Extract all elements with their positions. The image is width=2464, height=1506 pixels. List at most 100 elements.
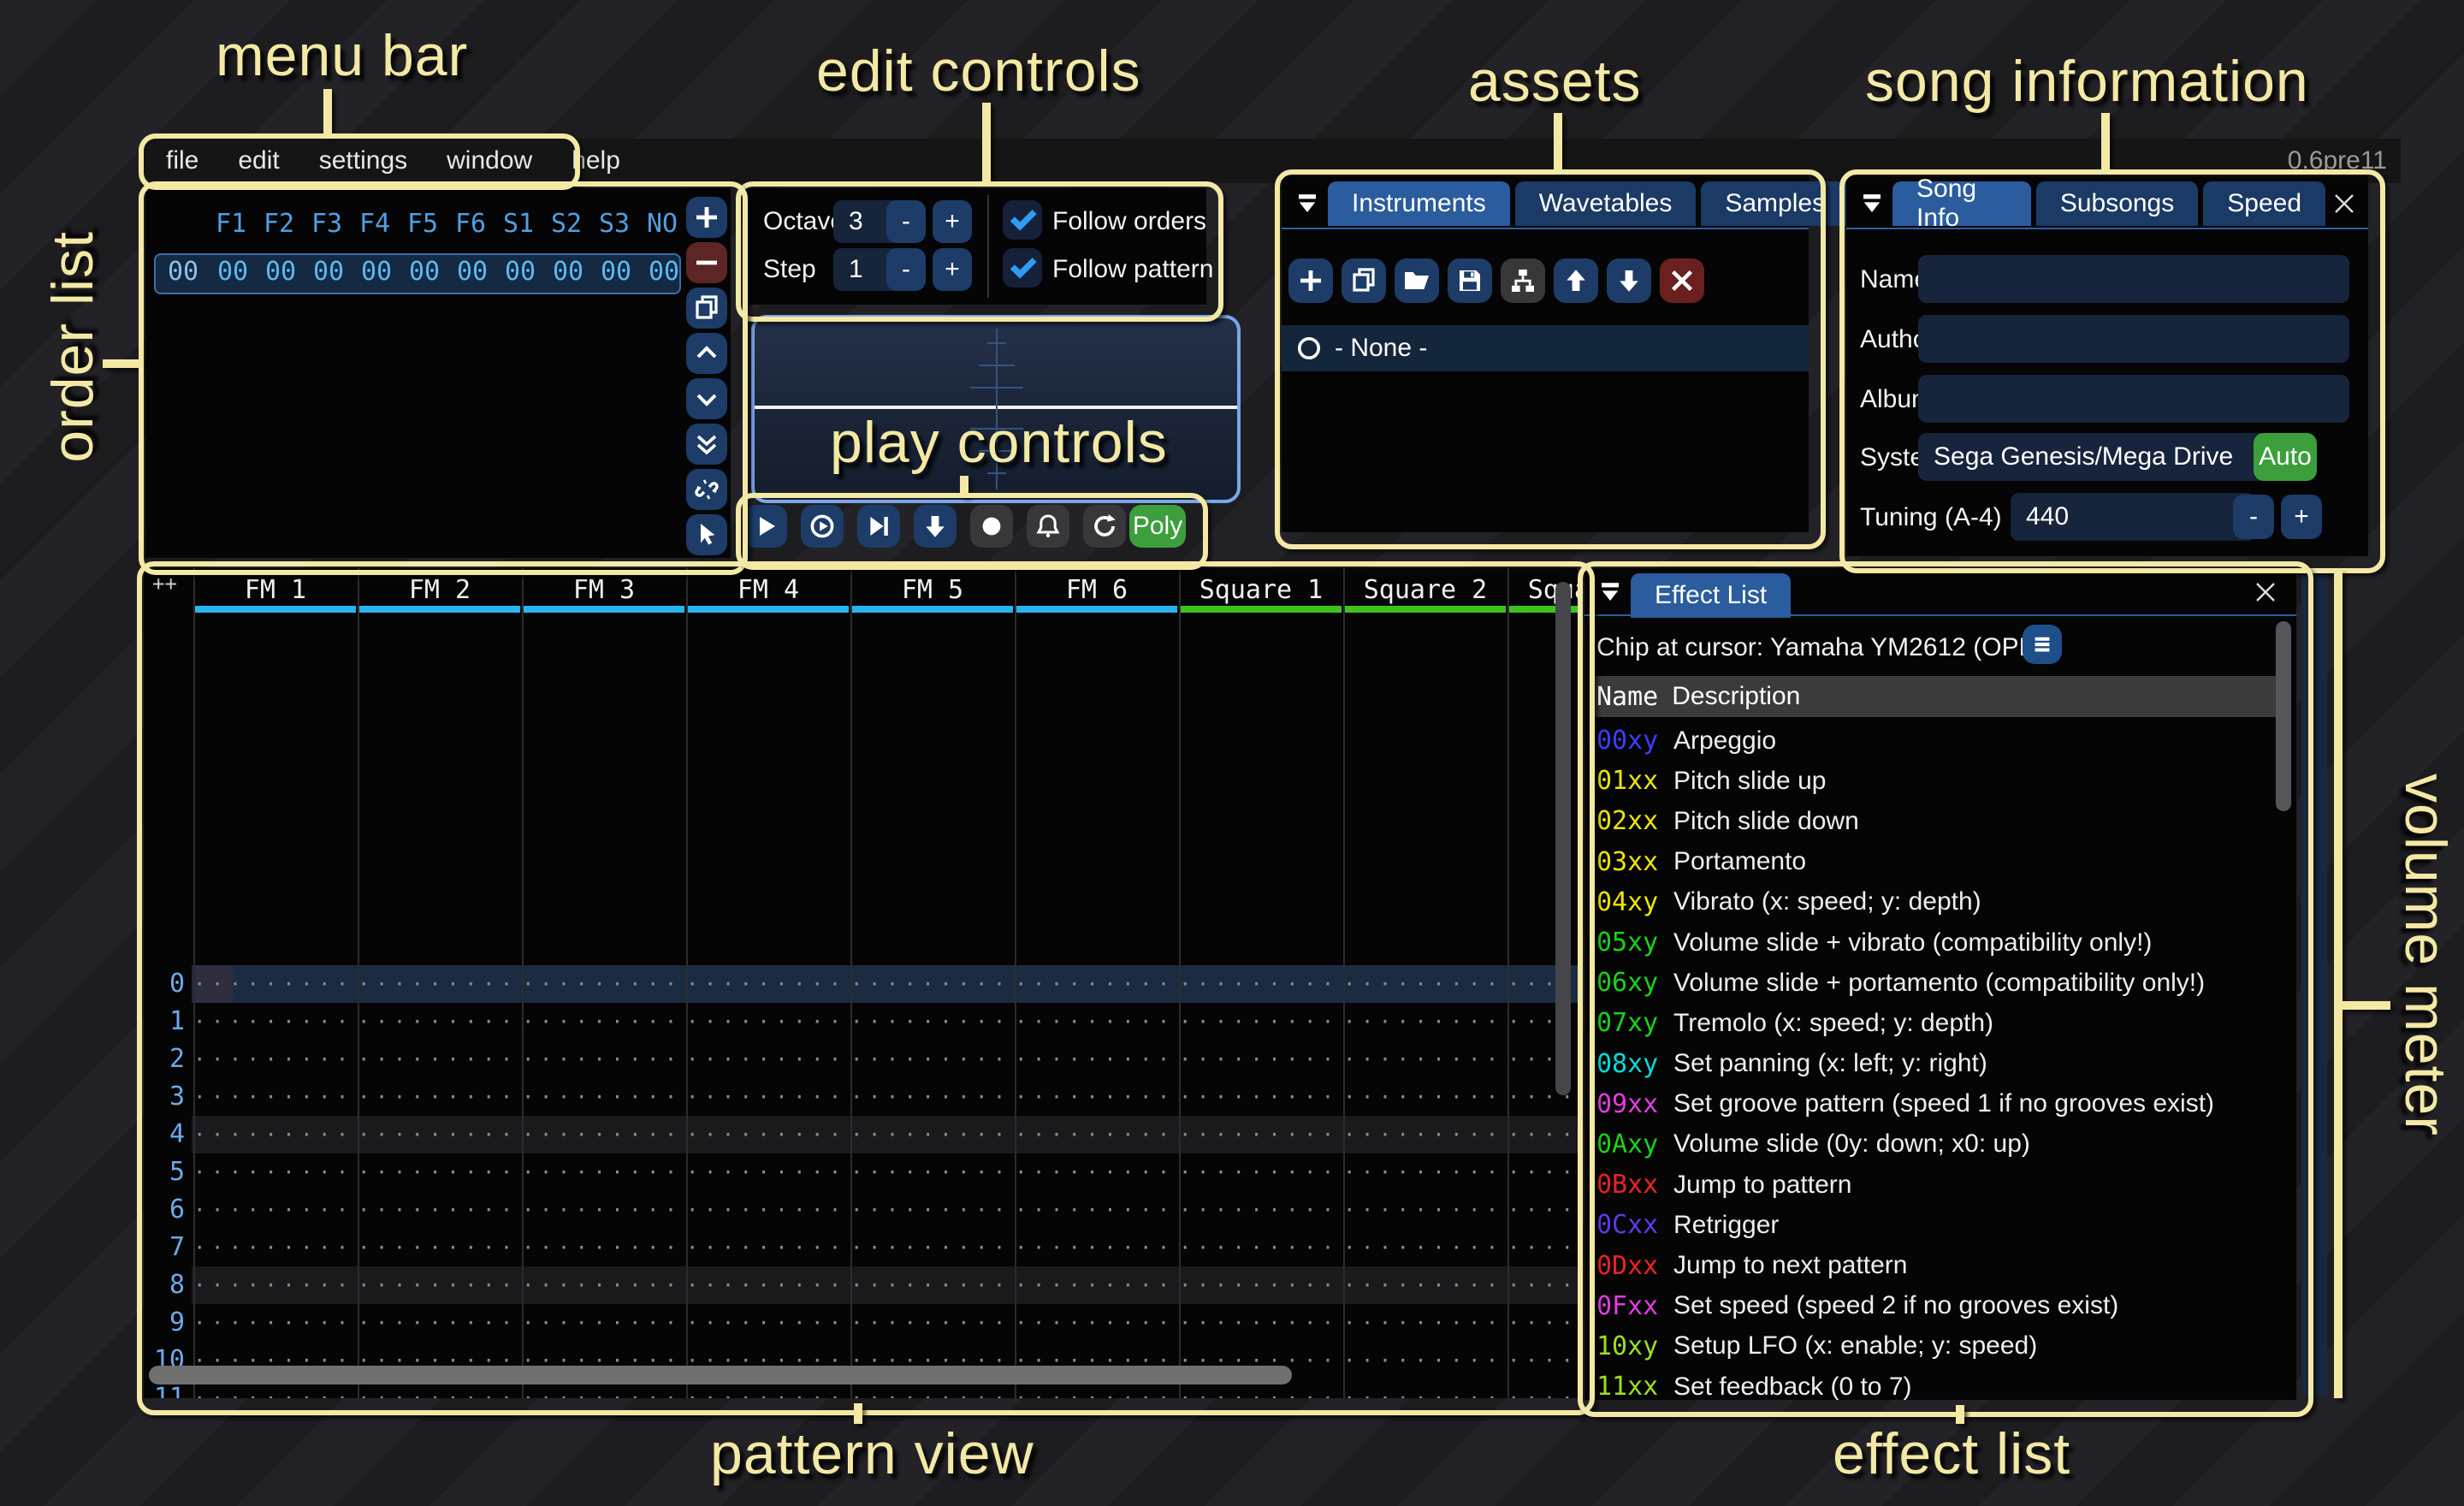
pattern-cell[interactable]: ············ [522,1085,686,1109]
play-button[interactable] [744,505,787,548]
close-icon[interactable] [2331,190,2358,217]
order-cell[interactable]: 00 [209,257,257,287]
unlink-button[interactable] [686,469,727,510]
channel-header-square-1[interactable]: Square 1 [1179,575,1343,605]
assets-tab-wavetables[interactable]: Wavetables [1515,181,1697,226]
arrow-up-button[interactable] [1554,258,1598,303]
pattern-corner[interactable]: ++ [152,572,177,596]
step-plus-button[interactable]: + [933,248,972,291]
channel-header-fm-2[interactable]: FM 2 [358,575,522,605]
channel-header-fm-3[interactable]: FM 3 [522,575,686,605]
pattern-cell[interactable]: ············ [522,1160,686,1184]
effect-row-00xy[interactable]: 00xy Arpeggio [1596,720,2281,761]
pattern-cell[interactable]: ············ [358,1047,522,1071]
pattern-cell[interactable]: ············ [522,1311,686,1335]
effect-row-02xx[interactable]: 02xx Pitch slide down [1596,801,2281,841]
pattern-cell[interactable]: ············ [686,1273,850,1297]
pattern-cell[interactable]: ············ [850,1085,1015,1109]
pattern-cell[interactable]: ············ [850,1047,1015,1071]
effect-row-01xx[interactable]: 01xx Pitch slide up [1596,761,2281,801]
song-info-tab-speed[interactable]: Speed [2203,181,2325,226]
pattern-cell[interactable]: ············ [686,1160,850,1184]
pattern-cell[interactable]: ············ [358,1010,522,1034]
pattern-cell[interactable]: ············ [1179,972,1343,996]
pattern-cell[interactable]: ············ [1015,1311,1179,1335]
step-button[interactable] [857,505,900,548]
pattern-cell[interactable]: ············ [1507,1236,1578,1260]
arrow-down-button[interactable] [1607,258,1651,303]
order-list-row[interactable]: 0000000000000000000000 [154,253,681,294]
pattern-cell[interactable]: ············ [1179,1160,1343,1184]
pattern-cell[interactable]: ············ [522,972,686,996]
pattern-cell[interactable]: ············ [1343,1349,1507,1373]
auto-system-button[interactable]: Auto [2254,433,2317,481]
pattern-cell[interactable]: ············ [358,1273,522,1297]
pattern-cell[interactable]: ············ [358,1160,522,1184]
pattern-cell[interactable]: ············ [1179,1198,1343,1222]
pattern-cell[interactable]: ············ [850,1010,1015,1034]
effect-row-0Dxx[interactable]: 0Dxx Jump to next pattern [1596,1245,2281,1285]
effect-row-08xy[interactable]: 08xy Set panning (x: left; y: right) [1596,1044,2281,1084]
pattern-cell[interactable]: ············ [1343,1386,1507,1398]
assets-tab-instruments[interactable]: Instruments [1328,181,1510,226]
pattern-cell[interactable]: ············ [686,1010,850,1034]
plus-button[interactable] [686,197,727,238]
pattern-cell[interactable]: ············ [1179,1386,1343,1398]
pattern-cell[interactable]: ············ [1015,1047,1179,1071]
effect-row-0Cxx[interactable]: 0Cxx Retrigger [1596,1205,2281,1245]
pattern-cell[interactable]: ············ [1015,1123,1179,1147]
pattern-cell[interactable]: ············ [686,1047,850,1071]
pattern-cell[interactable]: ············ [686,1123,850,1147]
pattern-cell[interactable]: ············ [193,1047,358,1071]
tuning-plus-button[interactable]: + [2281,495,2322,539]
minus-button[interactable] [686,242,727,283]
pattern-cell[interactable]: ············ [522,1236,686,1260]
order-cell[interactable]: 00 [496,257,544,287]
step-minus-button[interactable]: - [886,248,926,291]
play-circle-button[interactable] [801,505,844,548]
pattern-cell[interactable]: ············ [358,1085,522,1109]
pattern-cell[interactable]: ············ [850,1236,1015,1260]
effect-row-10xy[interactable]: 10xy Setup LFO (x: enable; y: speed) [1596,1326,2281,1367]
channel-header-fm-6[interactable]: FM 6 [1015,575,1179,605]
song-info-tab-subsongs[interactable]: Subsongs [2036,181,2198,226]
pattern-cell[interactable]: ············ [193,1010,358,1034]
pattern-cell[interactable]: ············ [850,1311,1015,1335]
effect-row-03xx[interactable]: 03xx Portamento [1596,842,2281,882]
follow-orders-checkbox[interactable] [1003,200,1042,240]
assets-tab-samples[interactable]: Samples [1701,181,1849,226]
copy-button[interactable] [686,288,727,329]
song-info-tab-song-info[interactable]: Song Info [1892,181,2031,226]
order-cell[interactable]: 00 [305,257,352,287]
pattern-cell[interactable]: ············ [1015,1198,1179,1222]
effect-row-0Fxx[interactable]: 0Fxx Set speed (speed 2 if no grooves ex… [1596,1286,2281,1326]
name-input[interactable] [1918,255,2349,303]
pattern-cell[interactable]: ············ [358,1123,522,1147]
pattern-cell[interactable]: ············ [1179,1273,1343,1297]
pattern-cell[interactable]: ············ [193,1386,358,1398]
pattern-cell[interactable]: ············ [850,1386,1015,1398]
octave-plus-button[interactable]: + [933,200,972,243]
pattern-cell[interactable]: ············ [522,1123,686,1147]
effect-row-04xy[interactable]: 04xy Vibrato (x: speed; y: depth) [1596,882,2281,922]
close-icon[interactable] [2252,578,2279,606]
pattern-cell[interactable]: ············ [1179,1085,1343,1109]
pattern-cell[interactable]: ············ [193,1123,358,1147]
pattern-cell[interactable]: ············ [1507,1160,1578,1184]
pattern-cell[interactable]: ············ [686,1236,850,1260]
pattern-cell[interactable]: ············ [1507,1123,1578,1147]
effect-row-11xx[interactable]: 11xx Set feedback (0 to 7) [1596,1367,2281,1400]
collapse-icon[interactable] [1858,190,1886,217]
pattern-cell[interactable]: ············ [522,1010,686,1034]
pattern-cell[interactable]: ············ [358,1311,522,1335]
pattern-cell[interactable]: ············ [1015,1386,1179,1398]
pattern-cell[interactable]: ············ [522,1047,686,1071]
copy-button[interactable] [1342,258,1386,303]
pattern-cell[interactable]: ············ [1343,1311,1507,1335]
effect-list-scrollbar[interactable] [2276,621,2291,811]
pattern-cell[interactable]: ············ [686,972,850,996]
pattern-cell[interactable]: ············ [193,1311,358,1335]
effect-row-06xy[interactable]: 06xy Volume slide + portamento (compatib… [1596,963,2281,1003]
pattern-cell[interactable]: ············ [1343,972,1507,996]
pattern-cell[interactable]: ············ [1015,1273,1179,1297]
